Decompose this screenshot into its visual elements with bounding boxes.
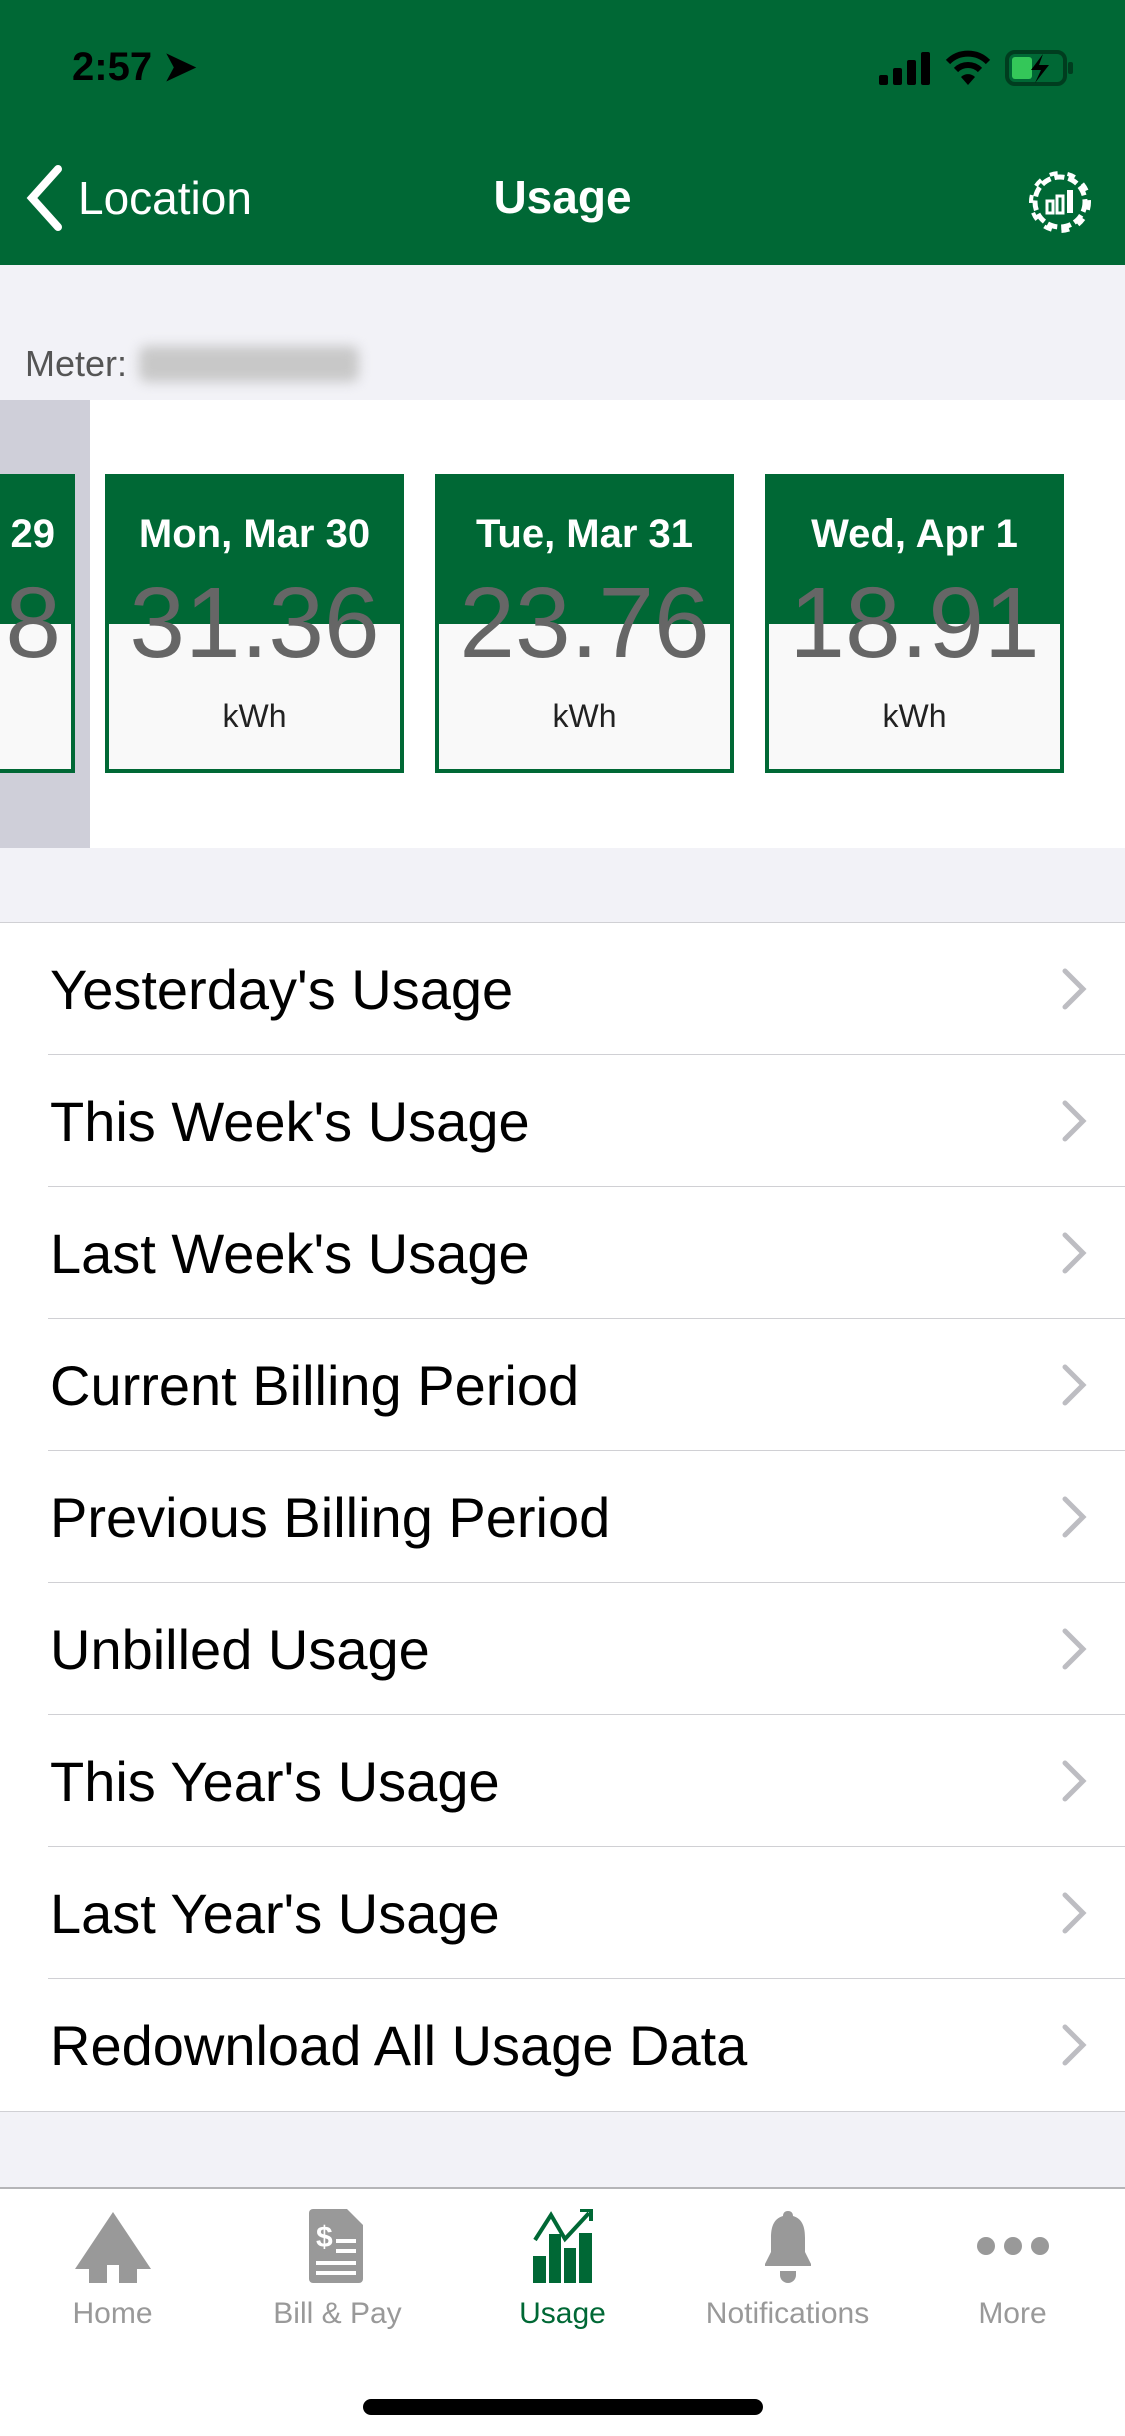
daily-usage-carousel[interactable]: 29 8 Mon, Mar 30 31.36 kWh Tue, Mar 31 23.76… <box>0 400 1125 848</box>
usage-card[interactable]: Mon, Mar 30 31.36 kWh <box>105 474 404 773</box>
usage-card[interactable]: Wed, Apr 1 18.91 kWh <box>765 474 1064 773</box>
home-icon <box>74 2212 151 2283</box>
menu-item[interactable]: Last Year's Usage <box>0 1847 1125 1979</box>
tab-more[interactable]: More <box>900 2209 1125 2331</box>
usage-settings-button[interactable] <box>1025 165 1095 244</box>
tab-notifications[interactable]: Notifications <box>675 2209 900 2331</box>
header: 2:57 ➤ Location Usage <box>0 0 1125 265</box>
chevron-right-icon <box>1062 1232 1087 1274</box>
menu-item[interactable]: Previous Billing Period <box>0 1451 1125 1583</box>
tab-home[interactable]: Home <box>0 2209 225 2331</box>
bell-icon <box>764 2211 811 2283</box>
tab-bill-pay[interactable]: $ Bill & Pay <box>225 2209 450 2331</box>
meter-info: Meter: <box>25 343 360 385</box>
page-title: Usage <box>493 171 632 223</box>
home-indicator <box>363 2399 763 2415</box>
menu-item-label: Last Year's Usage <box>50 1881 500 1945</box>
bill-icon: $ <box>308 2209 363 2283</box>
menu-item[interactable]: This Year's Usage <box>0 1715 1125 1847</box>
usage-chart-icon <box>532 2209 593 2283</box>
wifi-icon <box>945 50 991 85</box>
svg-text:$: $ <box>316 2221 333 2254</box>
chevron-right-icon <box>1062 1496 1087 1538</box>
meter-number-redacted <box>139 346 360 382</box>
gear-chart-icon <box>1029 171 1091 233</box>
tab-usage[interactable]: Usage <box>450 2209 675 2331</box>
menu-item-label: Yesterday's Usage <box>50 957 514 1021</box>
status-time: 2:57 ➤ <box>72 45 197 89</box>
chevron-right-icon <box>1062 1628 1087 1670</box>
usage-card[interactable]: 29 8 <box>0 474 75 773</box>
chevron-right-icon <box>1062 1760 1087 1802</box>
usage-card[interactable]: Tue, Mar 31 23.76 kWh <box>435 474 734 773</box>
menu-item[interactable]: Yesterday's Usage <box>0 923 1125 1055</box>
menu-item[interactable]: Current Billing Period <box>0 1319 1125 1451</box>
chevron-right-icon <box>1062 2024 1087 2066</box>
menu-item-label: Last Week's Usage <box>50 1221 530 1285</box>
menu-item[interactable]: Unbilled Usage <box>0 1583 1125 1715</box>
battery-charging-icon <box>1005 50 1073 86</box>
menu-item-label: Previous Billing Period <box>50 1485 611 1549</box>
status-icons <box>879 50 1075 86</box>
signal-icon <box>879 52 930 85</box>
menu-item[interactable]: Last Week's Usage <box>0 1187 1125 1319</box>
menu-item-label: This Week's Usage <box>50 1089 530 1153</box>
chevron-right-icon <box>1062 1892 1087 1934</box>
chevron-right-icon <box>1062 968 1087 1010</box>
menu-item-label: This Year's Usage <box>50 1749 500 1813</box>
menu-item[interactable]: This Week's Usage <box>0 1055 1125 1187</box>
location-arrow-icon: ➤ <box>163 45 197 89</box>
menu-item[interactable]: Redownload All Usage Data <box>0 1979 1125 2111</box>
menu-item-label: Unbilled Usage <box>50 1617 430 1681</box>
chevron-right-icon <box>1062 1100 1087 1142</box>
chevron-right-icon <box>1062 1364 1087 1406</box>
more-icon <box>976 2237 1049 2255</box>
menu-item-label: Redownload All Usage Data <box>50 2013 748 2077</box>
menu-item-label: Current Billing Period <box>50 1353 580 1417</box>
usage-menu: Yesterday's Usage This Week's Usage Last W… <box>0 922 1125 2112</box>
